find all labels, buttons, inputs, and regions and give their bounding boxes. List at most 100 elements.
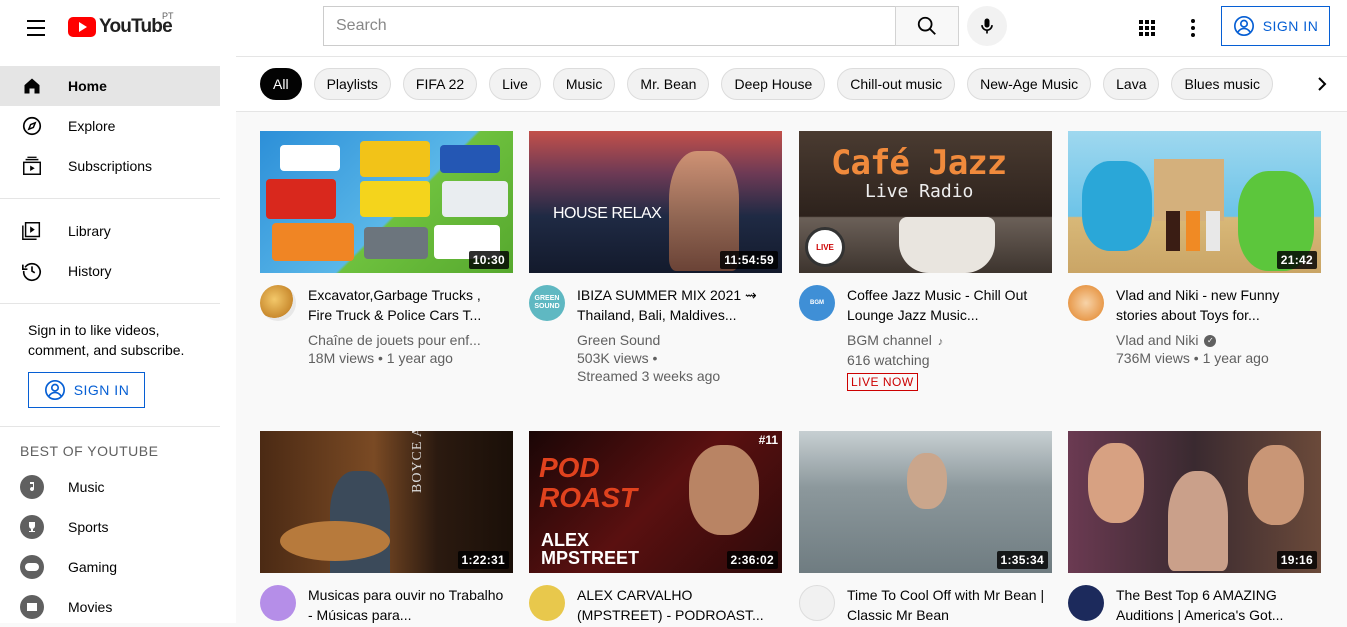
- video-card[interactable]: HOUSE RELAX 11:54:59 GREEN SOUND IBIZA SU…: [529, 131, 782, 385]
- sign-in-button[interactable]: SIGN IN: [1221, 6, 1330, 46]
- video-thumbnail[interactable]: 10:30: [260, 131, 513, 273]
- channel-avatar[interactable]: [799, 585, 835, 621]
- search-box: [323, 6, 959, 46]
- video-title[interactable]: Time To Cool Off with Mr Bean | Classic …: [847, 585, 1047, 625]
- sidebar-item-home[interactable]: Home: [0, 66, 220, 106]
- thumbnail-text: HOUSE RELAX: [553, 205, 662, 222]
- video-stream-date: Streamed 3 weeks ago: [577, 368, 721, 384]
- thumbnail-subtitle-text: ALEX MPSTREET: [541, 530, 640, 568]
- compass-icon: [20, 114, 44, 138]
- sidebar-item-label: History: [68, 263, 112, 279]
- sidebar-item-history[interactable]: History: [0, 251, 236, 291]
- video-thumbnail[interactable]: POD ROAST ALEX MPSTREET #11 2:36:02: [529, 431, 782, 573]
- video-duration: 2:36:02: [726, 551, 778, 569]
- thumbnail-title-text: POD ROAST: [539, 452, 637, 513]
- video-title[interactable]: ALEX CARVALHO (MPSTREET) - PODROAST...: [577, 585, 777, 625]
- channel-avatar[interactable]: [1068, 285, 1104, 321]
- voice-search-button[interactable]: [967, 6, 1007, 46]
- chip-fifa-22[interactable]: FIFA 22: [402, 68, 478, 100]
- chip-playlists[interactable]: Playlists: [313, 68, 391, 100]
- video-card[interactable]: 19:16 The Best Top 6 AMAZING Auditions |…: [1068, 431, 1321, 625]
- video-card[interactable]: POD ROAST ALEX MPSTREET #11 2:36:02 ALEX…: [529, 431, 782, 625]
- chip-chill-out-music[interactable]: Chill-out music: [837, 68, 956, 100]
- sidebar: Home Explore Subscriptions Library Histo…: [0, 56, 236, 623]
- search-input[interactable]: [323, 6, 896, 46]
- sidebar-sign-in-button[interactable]: SIGN IN: [28, 372, 145, 408]
- channel-avatar[interactable]: [260, 585, 296, 621]
- video-duration: 21:42: [1276, 251, 1317, 269]
- channel-avatar[interactable]: [1068, 585, 1104, 621]
- channel-name-row: BGM channel ♪: [847, 331, 1047, 351]
- video-stats: 616 watching: [847, 352, 930, 368]
- channel-avatar[interactable]: [529, 585, 565, 621]
- channel-name[interactable]: Vlad and Niki: [1116, 332, 1199, 348]
- video-title[interactable]: Musicas para ouvir no Trabalho - Músicas…: [308, 585, 508, 625]
- video-thumbnail[interactable]: 21:42: [1068, 131, 1321, 273]
- search-icon: [917, 16, 936, 35]
- sidebar-item-library[interactable]: Library: [0, 211, 236, 251]
- channel-avatar[interactable]: [260, 285, 296, 321]
- sidebar-divider: [0, 198, 220, 199]
- chip-new-age-music[interactable]: New-Age Music: [967, 68, 1092, 100]
- chip-live[interactable]: Live: [489, 68, 541, 100]
- sign-in-label: SIGN IN: [73, 382, 130, 398]
- apps-icon[interactable]: [1127, 8, 1167, 48]
- video-title[interactable]: The Best Top 6 AMAZING Auditions | Ameri…: [1116, 585, 1316, 625]
- video-card[interactable]: 21:42 Vlad and Niki - new Funny stories …: [1068, 131, 1321, 367]
- video-thumbnail[interactable]: 1:35:34: [799, 431, 1052, 573]
- channel-avatar[interactable]: GREEN SOUND: [529, 285, 565, 321]
- live-now-badge: LIVE NOW: [847, 373, 918, 391]
- chip-lava[interactable]: Lava: [1103, 68, 1160, 100]
- video-title[interactable]: IBIZA SUMMER MIX 2021 ⇝ Thailand, Bali, …: [577, 285, 777, 325]
- channel-avatar[interactable]: BGM: [799, 285, 835, 321]
- video-title[interactable]: Vlad and Niki - new Funny stories about …: [1116, 285, 1316, 325]
- video-stats: 736M views • 1 year ago: [1116, 350, 1269, 366]
- sidebar-item-label: Home: [68, 78, 107, 94]
- chips-next-button[interactable]: [1287, 57, 1347, 111]
- home-icon: [20, 74, 44, 98]
- video-title[interactable]: Excavator,Garbage Trucks , Fire Truck & …: [308, 285, 508, 325]
- sidebar-item-label: Library: [68, 223, 111, 239]
- chip-blues-music[interactable]: Blues music: [1171, 68, 1273, 100]
- sign-in-prompt: Sign in to like videos, comment, and sub…: [28, 322, 185, 358]
- more-options-icon[interactable]: [1173, 8, 1213, 48]
- chip-mr-bean[interactable]: Mr. Bean: [627, 68, 710, 100]
- video-thumbnail[interactable]: 19:16: [1068, 431, 1321, 573]
- sidebar-item-label: Music: [68, 479, 105, 495]
- best-of-youtube-title: BEST OF YOUTUBE: [20, 443, 159, 459]
- verified-icon: ✓: [1204, 335, 1217, 348]
- chevron-right-icon: [1318, 77, 1327, 91]
- music-note-icon: ♪: [937, 336, 944, 348]
- sign-in-label: SIGN IN: [1262, 18, 1319, 34]
- channel-name[interactable]: BGM channel: [847, 332, 932, 348]
- history-icon: [20, 259, 44, 283]
- sidebar-item-label: Sports: [68, 519, 109, 535]
- video-thumbnail[interactable]: Café Jazz Live Radio LIVE: [799, 131, 1052, 273]
- video-card[interactable]: BOYCE AVENUE 1:22:31 Musicas para ouvir …: [260, 431, 513, 625]
- video-card[interactable]: 10:30 Excavator,Garbage Trucks , Fire Tr…: [260, 131, 513, 367]
- sidebar-item-subscriptions[interactable]: Subscriptions: [0, 146, 236, 186]
- channel-name[interactable]: Green Sound: [577, 331, 777, 349]
- filter-chips-bar: All Playlists FIFA 22 Live Music Mr. Bea…: [236, 56, 1347, 112]
- search-button[interactable]: [895, 6, 959, 46]
- account-icon: [1233, 16, 1254, 36]
- top-bar: YouTube PT SIGN IN: [0, 0, 1347, 56]
- video-thumbnail[interactable]: BOYCE AVENUE 1:22:31: [260, 431, 513, 573]
- menu-icon[interactable]: [16, 8, 56, 48]
- video-duration: 10:30: [468, 251, 509, 269]
- sidebar-item-gaming[interactable]: Gaming: [0, 547, 236, 587]
- youtube-logo[interactable]: YouTube PT: [68, 11, 174, 38]
- video-thumbnail[interactable]: HOUSE RELAX 11:54:59: [529, 131, 782, 273]
- channel-name[interactable]: Chaîne de jouets pour enf...: [308, 331, 508, 349]
- video-title[interactable]: Coffee Jazz Music - Chill Out Lounge Jaz…: [847, 285, 1047, 325]
- sidebar-item-movies[interactable]: Movies: [0, 587, 236, 627]
- video-card[interactable]: 1:35:34 Time To Cool Off with Mr Bean | …: [799, 431, 1052, 625]
- chip-music[interactable]: Music: [552, 68, 616, 100]
- chip-all[interactable]: All: [260, 68, 302, 100]
- sidebar-item-explore[interactable]: Explore: [0, 106, 236, 146]
- sidebar-item-sports[interactable]: Sports: [0, 507, 236, 547]
- video-card[interactable]: Café Jazz Live Radio LIVE BGM Coffee Jaz…: [799, 131, 1052, 391]
- video-stats: 503K views •: [577, 350, 658, 366]
- sidebar-item-music[interactable]: Music: [0, 467, 236, 507]
- chip-deep-house[interactable]: Deep House: [721, 68, 826, 100]
